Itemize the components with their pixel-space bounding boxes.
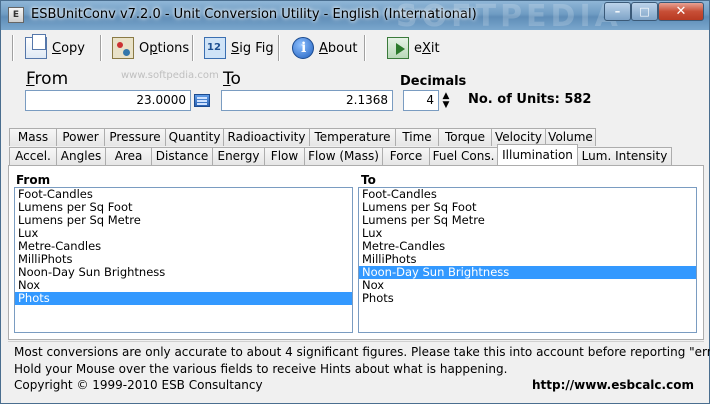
decimals-spinner[interactable]: ▲ ▼ [441,92,451,110]
exit-button[interactable]: eXit [383,33,440,63]
tab-lum-intensity[interactable]: Lum. Intensity [577,147,672,165]
tab-distance[interactable]: Distance [151,147,213,165]
watermark: SOFTPEDIA [396,0,622,34]
tab-power[interactable]: Power [56,128,105,146]
tab-area[interactable]: Area [105,147,152,165]
tab-flow-mass[interactable]: Flow (Mass) [304,147,383,165]
tab-time[interactable]: Time [395,128,439,146]
exit-icon [387,37,409,59]
tab-fuel-cons[interactable]: Fuel Cons. [429,147,498,165]
copyright: Copyright © 1999-2010 ESB Consultancy [14,378,263,392]
tab-energy[interactable]: Energy [212,147,265,165]
tab-quantity[interactable]: Quantity [165,128,224,146]
tab-torque[interactable]: Torque [438,128,492,146]
title-bar[interactable]: E ESBUnitConv v7.2.0 - Unit Conversion U… [1,0,709,34]
units-count: No. of Units: 582 [468,92,592,107]
toolbar: Copy Options Sig Fig About eXit [8,30,702,66]
tab-row-bottom: Accel. Angles Area Distance Energy Flow … [9,144,672,165]
list-item[interactable]: Lumens per Sq Metre [359,214,696,227]
divider [8,341,704,342]
decimals-label: Decimals [400,74,467,89]
maximize-icon: □ [639,5,650,18]
close-icon: ✕ [675,4,687,19]
toolbar-separator [12,35,14,61]
decimals-input[interactable]: 4 [403,90,439,111]
options-icon [112,37,134,59]
toolbar-separator [192,35,194,61]
tab-temperature[interactable]: Temperature [309,128,396,146]
list-item-selected[interactable]: Phots [15,292,352,305]
tab-mass[interactable]: Mass [9,128,57,146]
app-icon[interactable]: E [8,7,24,23]
tab-flow[interactable]: Flow [264,147,305,165]
info-icon [292,37,314,59]
to-label: To [223,69,241,89]
maximize-button[interactable]: □ [631,2,658,21]
mouse-hint: Hold your Mouse over the various fields … [14,362,508,376]
tab-pressure[interactable]: Pressure [104,128,166,146]
toolbar-separator [364,35,366,61]
about-button[interactable]: About [288,33,357,63]
to-list-label: To [361,173,376,187]
from-list-label: From [16,173,51,187]
copy-button[interactable]: Copy [21,33,85,63]
website-link[interactable]: http://www.esbcalc.com [532,378,694,392]
close-button[interactable]: ✕ [658,2,704,21]
from-label: From [26,69,69,89]
minimize-button[interactable]: – [604,2,631,21]
app-window: E ESBUnitConv v7.2.0 - Unit Conversion U… [0,0,710,404]
list-item-selected[interactable]: Noon-Day Sun Brightness [359,266,696,279]
from-value-input[interactable]: 23.0000 [25,90,191,111]
sigfig-button[interactable]: Sig Fig [200,33,274,63]
tab-illumination[interactable]: Illumination [497,144,578,165]
accuracy-hint: Most conversions are only accurate to ab… [14,345,710,359]
copy-icon [25,34,47,59]
list-item[interactable]: Nox [15,279,352,292]
options-button[interactable]: Options [108,33,189,63]
to-value-field[interactable]: 2.1368 [221,90,393,111]
from-unit-list[interactable]: Foot-Candles Lumens per Sq Foot Lumens p… [14,187,353,333]
minimize-icon: – [614,5,621,18]
tab-radioactivity[interactable]: Radioactivity [223,128,310,146]
toolbar-separator [278,35,280,61]
toolbar-separator [100,35,102,61]
list-item[interactable]: Nox [359,279,696,292]
softpedia-watermark: www.softpedia.com [121,70,219,81]
list-item[interactable]: Lumens per Sq Metre [15,214,352,227]
tab-angles[interactable]: Angles [56,147,106,165]
calculator-icon[interactable] [194,94,210,107]
spin-down-icon[interactable]: ▼ [441,101,451,110]
list-item[interactable]: Noon-Day Sun Brightness [15,266,352,279]
tab-force[interactable]: Force [382,147,430,165]
tab-accel[interactable]: Accel. [9,147,57,165]
sigfig-icon [204,37,226,59]
to-unit-list[interactable]: Foot-Candles Lumens per Sq Foot Lumens p… [358,187,697,333]
list-item[interactable]: Phots [359,292,696,305]
